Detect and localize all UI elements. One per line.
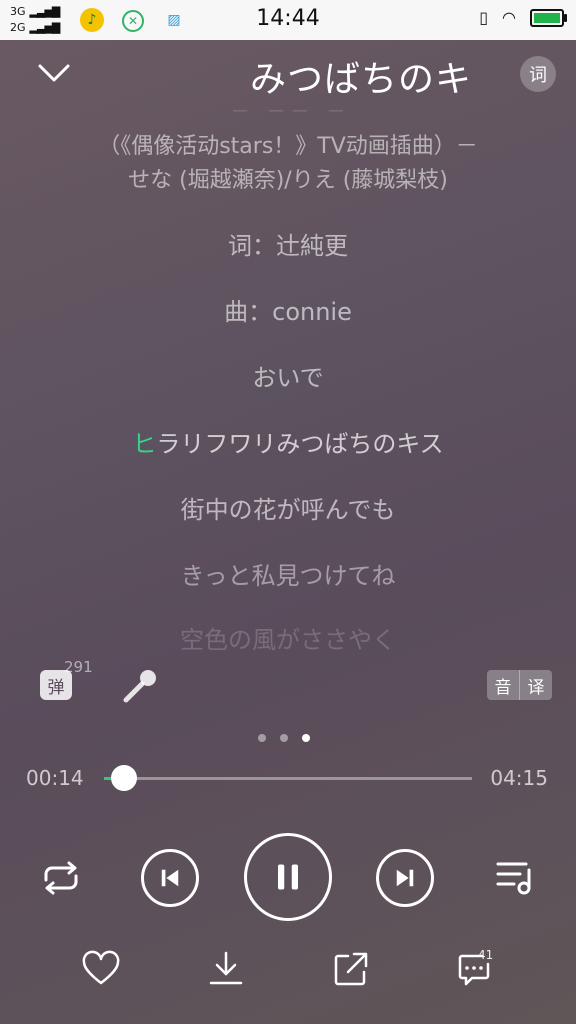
faded-lyric-line: ー ー ー ー	[231, 102, 345, 123]
danmu-count: 291	[64, 658, 93, 676]
share-icon[interactable]	[332, 950, 370, 988]
previous-track-button[interactable]	[141, 849, 199, 907]
battery-icon	[530, 8, 567, 27]
lyric-line: きっと私見つけてね	[180, 562, 396, 590]
pause-button[interactable]	[244, 833, 332, 921]
next-track-button[interactable]	[376, 849, 434, 907]
current-time: 00:14	[26, 766, 84, 790]
sound-translate-toggle[interactable]: 音 译	[487, 670, 552, 700]
page-dot[interactable]	[280, 734, 288, 742]
lyric-line: おいで	[252, 364, 324, 392]
progress-bar[interactable]	[104, 765, 472, 791]
sung-portion: ヒ	[132, 430, 157, 458]
collapse-chevron-icon[interactable]	[36, 60, 72, 86]
comment-count-badge: 41	[478, 948, 494, 962]
download-icon[interactable]	[207, 950, 245, 988]
wifi-icon: ◠	[502, 8, 516, 27]
status-bar: 3G ▂▃▅▇ 2G ▂▃▅▇ ♪ ✕ ▨ 14:44 ▯ ◠	[0, 0, 576, 40]
previous-icon	[161, 869, 179, 887]
favorite-heart-icon[interactable]	[82, 950, 120, 988]
translate-option[interactable]: 译	[519, 670, 552, 700]
pause-icon	[278, 864, 298, 890]
repeat-icon[interactable]	[40, 860, 82, 896]
sound-option[interactable]: 音	[487, 670, 519, 700]
microphone-icon[interactable]	[120, 666, 160, 706]
next-icon	[396, 869, 414, 887]
page-dot[interactable]	[258, 734, 266, 742]
song-credit-line1: （《偶像活动stars！》TV动画插曲）－	[98, 134, 478, 159]
lyricist-line: 词：辻純更	[228, 232, 348, 260]
lyrics-search-button[interactable]: 词	[520, 56, 556, 92]
playlist-icon[interactable]	[496, 858, 536, 896]
vibrate-icon: ▯	[479, 8, 489, 27]
page-indicator[interactable]	[258, 734, 310, 742]
danmu-label: 弹	[47, 677, 65, 698]
composer-line: 曲：connie	[224, 298, 352, 326]
lyric-line: 空色の風がささやく	[180, 626, 396, 654]
page-dot-active[interactable]	[302, 734, 310, 742]
lyrics-button-label: 词	[529, 65, 547, 86]
lyric-line: 街中の花が呼んでも	[180, 496, 396, 524]
current-lyric-line: ヒラリフワリみつばちのキス	[0, 424, 576, 459]
total-time: 04:15	[490, 766, 548, 790]
unsung-portion: ラリフワリみつばちのキス	[156, 430, 444, 458]
progress-handle[interactable]	[111, 765, 138, 791]
lyrics-panel[interactable]: ー ー ー ー （《偶像活动stars！》TV动画插曲）－ せな (堀越瀬奈)/…	[0, 88, 576, 654]
song-credit-line2: せな (堀越瀬奈)/りえ (藤城梨枝)	[128, 168, 448, 193]
